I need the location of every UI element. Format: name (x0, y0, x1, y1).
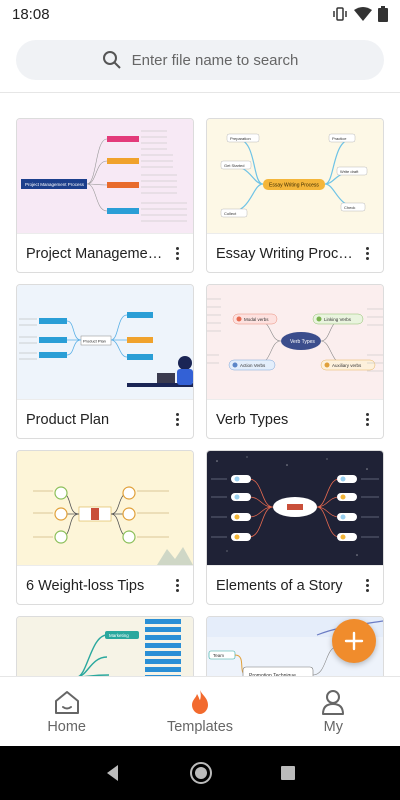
nav-templates[interactable]: Templates (133, 677, 266, 746)
template-card-weight-loss[interactable]: 6 Weight-loss Tips (16, 450, 194, 605)
status-bar: 18:08 (0, 0, 400, 28)
thumb-center-label: Essay Writing Process (269, 183, 319, 189)
more-options-icon[interactable] (170, 579, 184, 592)
template-card-elements-of-story[interactable]: Elements of a Story (206, 450, 384, 605)
search-icon (102, 51, 121, 69)
vibrate-icon (333, 7, 347, 21)
home-circle-icon[interactable] (189, 761, 213, 785)
svg-text:Get Started: Get Started (224, 163, 244, 168)
thumb-center-label: Project Management Process (25, 182, 85, 187)
battery-icon (378, 6, 388, 22)
svg-text:Practice: Practice (332, 136, 347, 141)
svg-text:Modal verbs: Modal verbs (244, 317, 269, 322)
card-footer: Product Plan (17, 399, 193, 438)
svg-text:Collect: Collect (224, 211, 237, 216)
template-thumbnail: Verb Types Modal verbs Linking Verbs Act… (207, 285, 383, 399)
svg-text:Preparation: Preparation (230, 136, 251, 141)
more-options-icon[interactable] (170, 413, 184, 426)
card-title: Essay Writing Process (216, 245, 360, 262)
bottom-nav: Home Templates My (0, 676, 400, 746)
header-divider (0, 92, 400, 93)
template-card-essay-writing[interactable]: Essay Writing Process Preparation Get St… (206, 118, 384, 273)
template-card-project-management[interactable]: Project Management Process Project Manag… (16, 118, 194, 273)
svg-text:Marketing: Marketing (109, 633, 129, 638)
more-options-icon[interactable] (170, 247, 184, 260)
thumb-center-label: Product Plan (83, 339, 106, 344)
plus-icon (344, 631, 364, 651)
profile-icon (322, 689, 345, 715)
svg-text:Auxiliary verbs: Auxiliary verbs (332, 363, 362, 368)
card-footer: Project Management ... (17, 233, 193, 272)
nav-my[interactable]: My (267, 677, 400, 746)
template-thumbnail: Project Management Process (17, 119, 193, 233)
flame-icon (191, 689, 208, 714)
card-footer: 6 Weight-loss Tips (17, 565, 193, 604)
template-card-verb-types[interactable]: Verb Types Modal verbs Linking Verbs Act… (206, 284, 384, 439)
more-options-icon[interactable] (360, 579, 374, 592)
template-thumbnail: Essay Writing Process Preparation Get St… (207, 119, 383, 233)
svg-text:Write draft: Write draft (340, 169, 359, 174)
svg-text:Linking Verbs: Linking Verbs (324, 317, 352, 322)
wifi-icon (354, 7, 372, 21)
nav-templates-label: Templates (166, 718, 234, 735)
svg-text:Action Verbs: Action Verbs (240, 363, 266, 368)
nav-home[interactable]: Home (0, 677, 133, 746)
card-title: 6 Weight-loss Tips (26, 577, 145, 594)
card-footer: Verb Types (207, 399, 383, 438)
template-thumbnail (207, 451, 383, 565)
search-placeholder: Enter file name to search (131, 51, 299, 69)
template-thumbnail: Product Plan (17, 285, 193, 399)
back-icon[interactable] (104, 764, 122, 782)
system-nav-bar (0, 746, 400, 800)
svg-text:Team: Team (213, 653, 224, 658)
card-title: Elements of a Story (216, 577, 343, 594)
thumb-center-label: Verb Types (290, 339, 315, 345)
home-icon (54, 690, 79, 714)
svg-text:Check: Check (344, 205, 355, 210)
more-options-icon[interactable] (360, 413, 374, 426)
card-footer: Essay Writing Process (207, 233, 383, 272)
add-button[interactable] (332, 619, 376, 663)
nav-my-label: My (323, 718, 343, 735)
recents-icon[interactable] (280, 765, 296, 781)
template-thumbnail (17, 451, 193, 565)
search-input[interactable]: Enter file name to search (16, 40, 384, 80)
card-footer: Elements of a Story (207, 565, 383, 604)
nav-home-label: Home (47, 718, 86, 735)
card-title: Product Plan (26, 411, 110, 428)
card-title: Verb Types (216, 411, 289, 428)
status-icons (332, 6, 388, 22)
card-title: Project Management ... (26, 245, 170, 262)
template-card-product-plan[interactable]: Product Plan Product Plan (16, 284, 194, 439)
more-options-icon[interactable] (360, 247, 374, 260)
status-time: 18:08 (12, 5, 50, 23)
